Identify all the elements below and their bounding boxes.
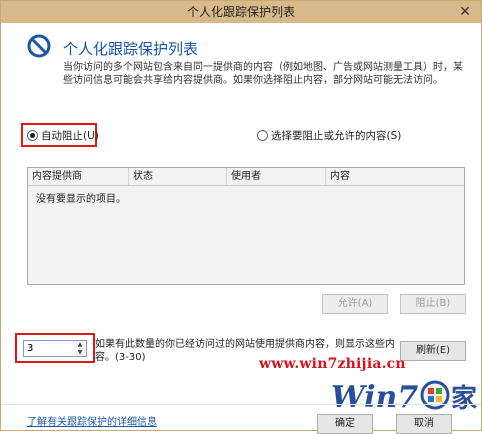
close-icon[interactable]: ✕ [455, 2, 475, 22]
refresh-button[interactable]: 刷新(E) [400, 341, 466, 361]
cancel-button[interactable]: 取消 [396, 414, 452, 434]
learn-more-link[interactable]: 了解有关跟踪保护的详细信息 [27, 413, 157, 428]
threshold-input[interactable] [24, 341, 74, 356]
choose-content-option[interactable]: 选择要阻止或允许的内容(S) [257, 123, 401, 147]
block-button[interactable]: 阻止(B) [400, 294, 466, 314]
footer-divider [1, 404, 481, 405]
windows-flag-yellow [436, 396, 442, 402]
auto-block-label: 自动阻止(U) [41, 129, 99, 142]
watermark-logo-text: Win7 [331, 380, 418, 415]
title-bar: 个人化跟踪保护列表 ✕ [1, 1, 481, 23]
windows-flag-red [428, 388, 434, 394]
windows-flag-blue [428, 396, 434, 402]
watermark-url: www.win7zhijia.cn [259, 356, 406, 372]
ok-button[interactable]: 确定 [317, 414, 373, 434]
tracking-protection-dialog: 个人化跟踪保护列表 ✕ 个人化跟踪保护列表 当你访问的多个网站包含来自同一提供商… [0, 0, 482, 434]
list-header: 内容提供商 状态 使用者 内容 [28, 168, 464, 186]
column-header-used-by[interactable]: 使用者 [227, 168, 326, 185]
provider-list[interactable]: 内容提供商 状态 使用者 内容 没有要显示的项目。 [27, 167, 465, 285]
column-header-content[interactable]: 内容 [326, 168, 464, 185]
watermark-logo-suffix: 家 [451, 383, 477, 414]
column-header-provider[interactable]: 内容提供商 [28, 168, 129, 185]
threshold-stepper[interactable]: ▲ ▼ [23, 340, 87, 357]
column-header-status[interactable]: 状态 [129, 168, 227, 185]
header-description: 当你访问的多个网站包含来自同一提供商的内容（例如地图、广告或网站测量工具）时，某… [63, 62, 463, 86]
auto-block-radio[interactable] [27, 129, 38, 141]
block-icon [27, 34, 51, 58]
spin-down-icon[interactable]: ▼ [74, 349, 86, 356]
empty-list-message: 没有要显示的项目。 [36, 194, 126, 205]
choose-content-radio[interactable] [257, 129, 268, 141]
window-title: 个人化跟踪保护列表 [186, 5, 295, 19]
allow-button[interactable]: 允许(A) [322, 294, 388, 314]
choose-content-label: 选择要阻止或允许的内容(S) [271, 129, 402, 142]
windows-flag-green [436, 388, 442, 394]
auto-block-option[interactable]: 自动阻止(U) [21, 123, 99, 147]
spin-up-icon[interactable]: ▲ [74, 341, 86, 348]
page-title: 个人化跟踪保护列表 [63, 40, 199, 58]
threshold-highlight: ▲ ▼ [15, 333, 95, 363]
watermark-logo: Win7 家 [331, 380, 477, 415]
